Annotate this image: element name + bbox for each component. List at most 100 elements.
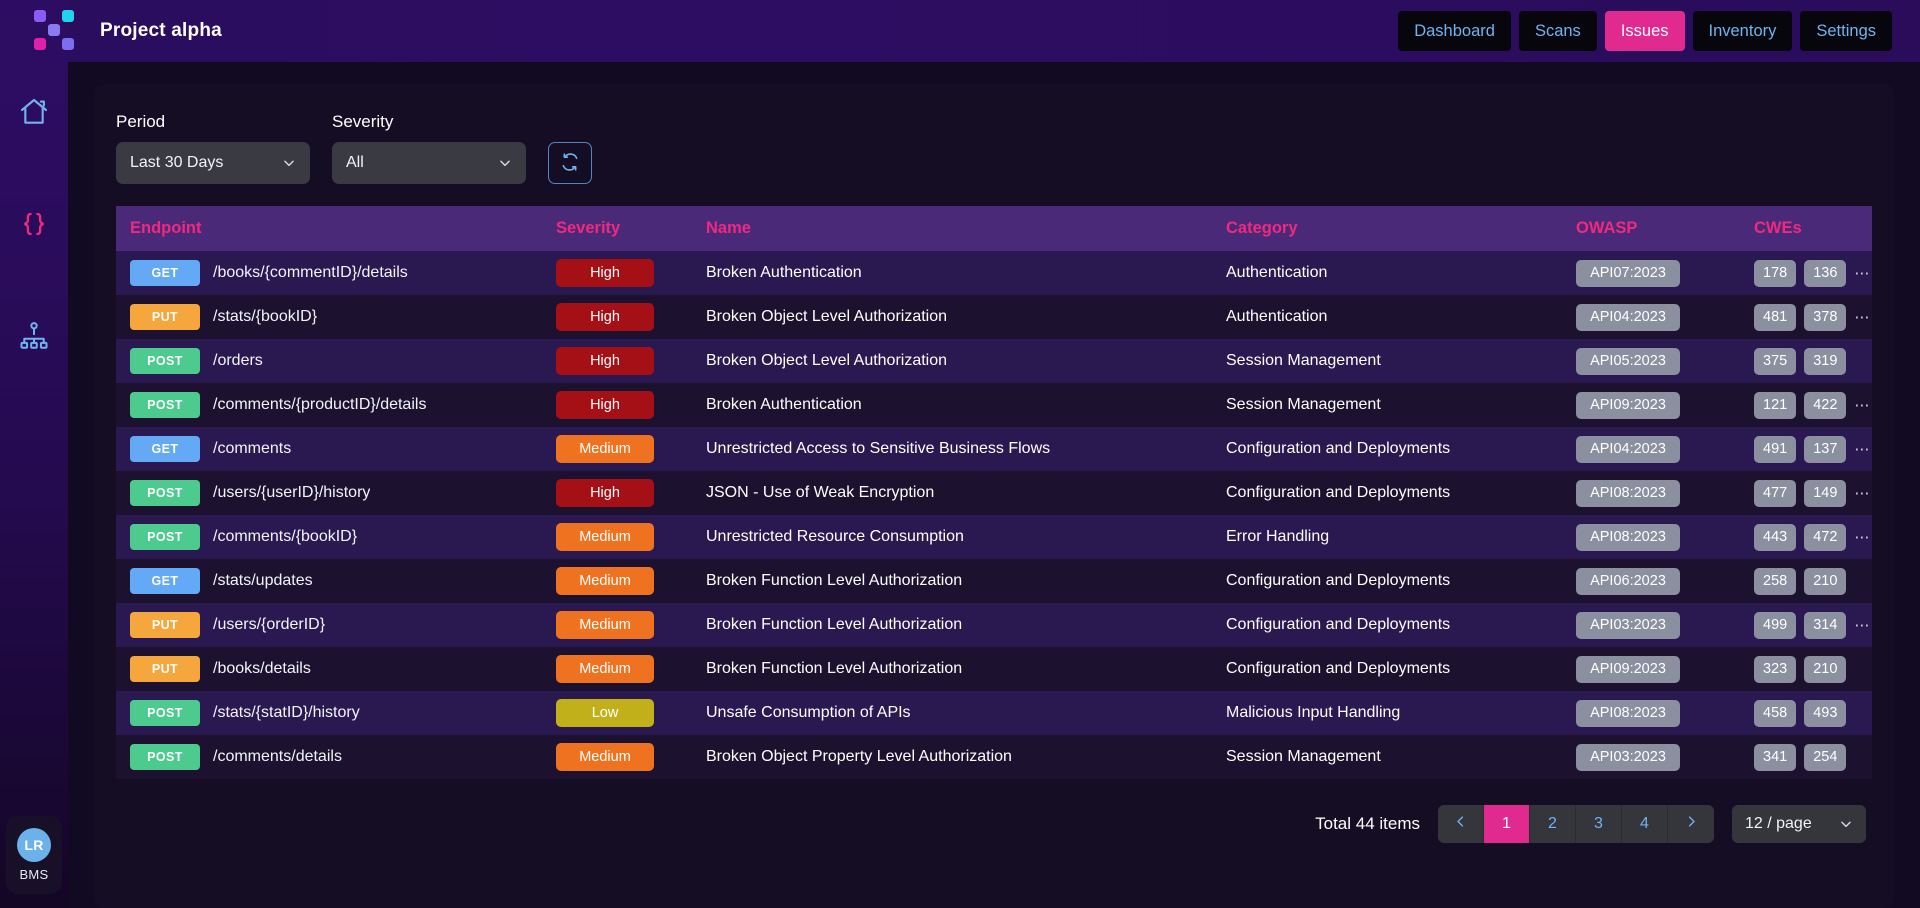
nav-settings[interactable]: Settings [1800,11,1892,51]
cell-name: Broken Object Property Level Authorizati… [706,735,1226,779]
cwe-badge: 443 [1754,524,1796,551]
column-header-name[interactable]: Name [706,206,1226,251]
cwe-more-icon[interactable]: ⋯ [1854,530,1870,545]
cell-name: Broken Function Level Authorization [706,559,1226,603]
owasp-badge: API03:2023 [1576,744,1680,771]
page-controls: 1234 [1438,805,1714,843]
cell-category: Authentication [1226,295,1576,339]
column-header-cwes[interactable]: CWEs [1754,206,1872,251]
main-content: Period Last 30 Days Severity All [68,62,1920,908]
cwe-more-icon[interactable]: ⋯ [1854,442,1870,457]
page-button-2[interactable]: 2 [1530,805,1576,843]
table-body: GET/books/{commentID}/detailsHighBroken … [116,251,1872,779]
page-button-3[interactable]: 3 [1576,805,1622,843]
cwe-badge: 149 [1804,480,1846,507]
user-profile-button[interactable]: LR BMS [6,816,62,894]
nav-inventory[interactable]: Inventory [1693,11,1793,51]
table-row[interactable]: POST/users/{userID}/historyHighJSON - Us… [116,471,1872,515]
cell-endpoint: POST/users/{userID}/history [116,471,556,515]
cwe-badge: 210 [1804,656,1846,683]
nav-scans[interactable]: Scans [1519,11,1597,51]
column-header-owasp[interactable]: OWASP [1576,206,1754,251]
table-row[interactable]: PUT/users/{orderID}MediumBroken Function… [116,603,1872,647]
nav-issues[interactable]: Issues [1605,11,1685,51]
table-row[interactable]: GET/stats/updatesMediumBroken Function L… [116,559,1872,603]
top-bar: Project alpha DashboardScansIssuesInvent… [68,0,1920,62]
table-row[interactable]: POST/comments/detailsMediumBroken Object… [116,735,1872,779]
chevron-right-icon [1684,814,1699,834]
cell-endpoint: POST/comments/{productID}/details [116,383,556,427]
cell-category: Error Handling [1226,515,1576,559]
cell-severity: Medium [556,603,706,647]
cell-name: Unrestricted Resource Consumption [706,515,1226,559]
owasp-badge: API08:2023 [1576,480,1680,507]
severity-value: All [346,154,498,172]
table-row[interactable]: PUT/books/detailsMediumBroken Function L… [116,647,1872,691]
cwe-badge: 493 [1804,700,1846,727]
cell-endpoint: PUT/stats/{bookID} [116,295,556,339]
endpoint-path: /users/{orderID} [213,616,325,634]
cwe-more-icon[interactable]: ⋯ [1854,266,1870,281]
cwe-more-icon[interactable]: ⋯ [1854,486,1870,501]
table-row[interactable]: POST/comments/{bookID}MediumUnrestricted… [116,515,1872,559]
cell-severity: Low [556,691,706,735]
cell-cwes: 491137⋯ [1754,427,1872,471]
endpoint-path: /stats/updates [213,572,313,590]
next-page-button[interactable] [1668,805,1714,843]
cwe-more-icon[interactable]: ⋯ [1854,310,1870,325]
sidebar-item-api-schemas[interactable] [12,204,56,248]
nav-dashboard[interactable]: Dashboard [1398,11,1511,51]
cwe-more-icon[interactable]: ⋯ [1854,618,1870,633]
cwe-badge: 323 [1754,656,1796,683]
severity-badge: Low [556,699,654,727]
cwe-list: 323 210 [1754,656,1872,683]
owasp-badge: API09:2023 [1576,392,1680,419]
sidebar-item-sitemap[interactable] [12,316,56,360]
cell-severity: High [556,251,706,295]
cell-owasp: API09:2023 [1576,647,1754,691]
cell-cwes: 258 210 [1754,559,1872,603]
cell-cwes: 341254 [1754,735,1872,779]
method-badge: PUT [130,304,200,330]
period-select[interactable]: Last 30 Days [116,142,310,184]
cwe-badge: 477 [1754,480,1796,507]
page-button-4[interactable]: 4 [1622,805,1668,843]
table-row[interactable]: POST/stats/{statID}/historyLowUnsafe Con… [116,691,1872,735]
cwe-list: 458493 [1754,700,1872,727]
cwe-badge: 210 [1804,568,1846,595]
endpoint-path: /comments/{bookID} [213,528,357,546]
page-size-value: 12 / page [1745,815,1839,833]
severity-select[interactable]: All [332,142,526,184]
table-row[interactable]: POST/comments/{productID}/detailsHighBro… [116,383,1872,427]
chevron-down-icon [1839,817,1853,831]
cwe-badge: 258 [1754,568,1796,595]
cell-cwes: 375319 [1754,339,1872,383]
refresh-button[interactable] [548,142,592,184]
page-size-select[interactable]: 12 / page [1732,805,1866,843]
app-logo [34,10,76,52]
cell-severity: High [556,295,706,339]
cwe-more-icon[interactable]: ⋯ [1854,398,1870,413]
cwe-badge: 472 [1804,524,1846,551]
table-row[interactable]: PUT/stats/{bookID}HighBroken Object Leve… [116,295,1872,339]
cell-endpoint: POST/comments/{bookID} [116,515,556,559]
endpoint-wrapper: POST/comments/{bookID} [116,524,556,550]
owasp-badge: API06:2023 [1576,568,1680,595]
column-header-severity[interactable]: Severity [556,206,706,251]
table-row[interactable]: GET/books/{commentID}/detailsHighBroken … [116,251,1872,295]
cwe-badge: 314 [1804,612,1846,639]
cell-cwes: 458493 [1754,691,1872,735]
table-row[interactable]: POST/ordersHighBroken Object Level Autho… [116,339,1872,383]
column-header-endpoint[interactable]: Endpoint [116,206,556,251]
prev-page-button[interactable] [1438,805,1484,843]
cwe-badge: 422 [1804,392,1846,419]
page-button-1[interactable]: 1 [1484,805,1530,843]
table-row[interactable]: GET/commentsMediumUnrestricted Access to… [116,427,1872,471]
cwe-list: 499314⋯ [1754,612,1872,639]
owasp-badge: API04:2023 [1576,304,1680,331]
cell-category: Configuration and Deployments [1226,471,1576,515]
sidebar-item-home[interactable] [12,92,56,136]
chevron-down-icon [498,156,512,170]
column-header-category[interactable]: Category [1226,206,1576,251]
cwe-list: 258 210 [1754,568,1872,595]
